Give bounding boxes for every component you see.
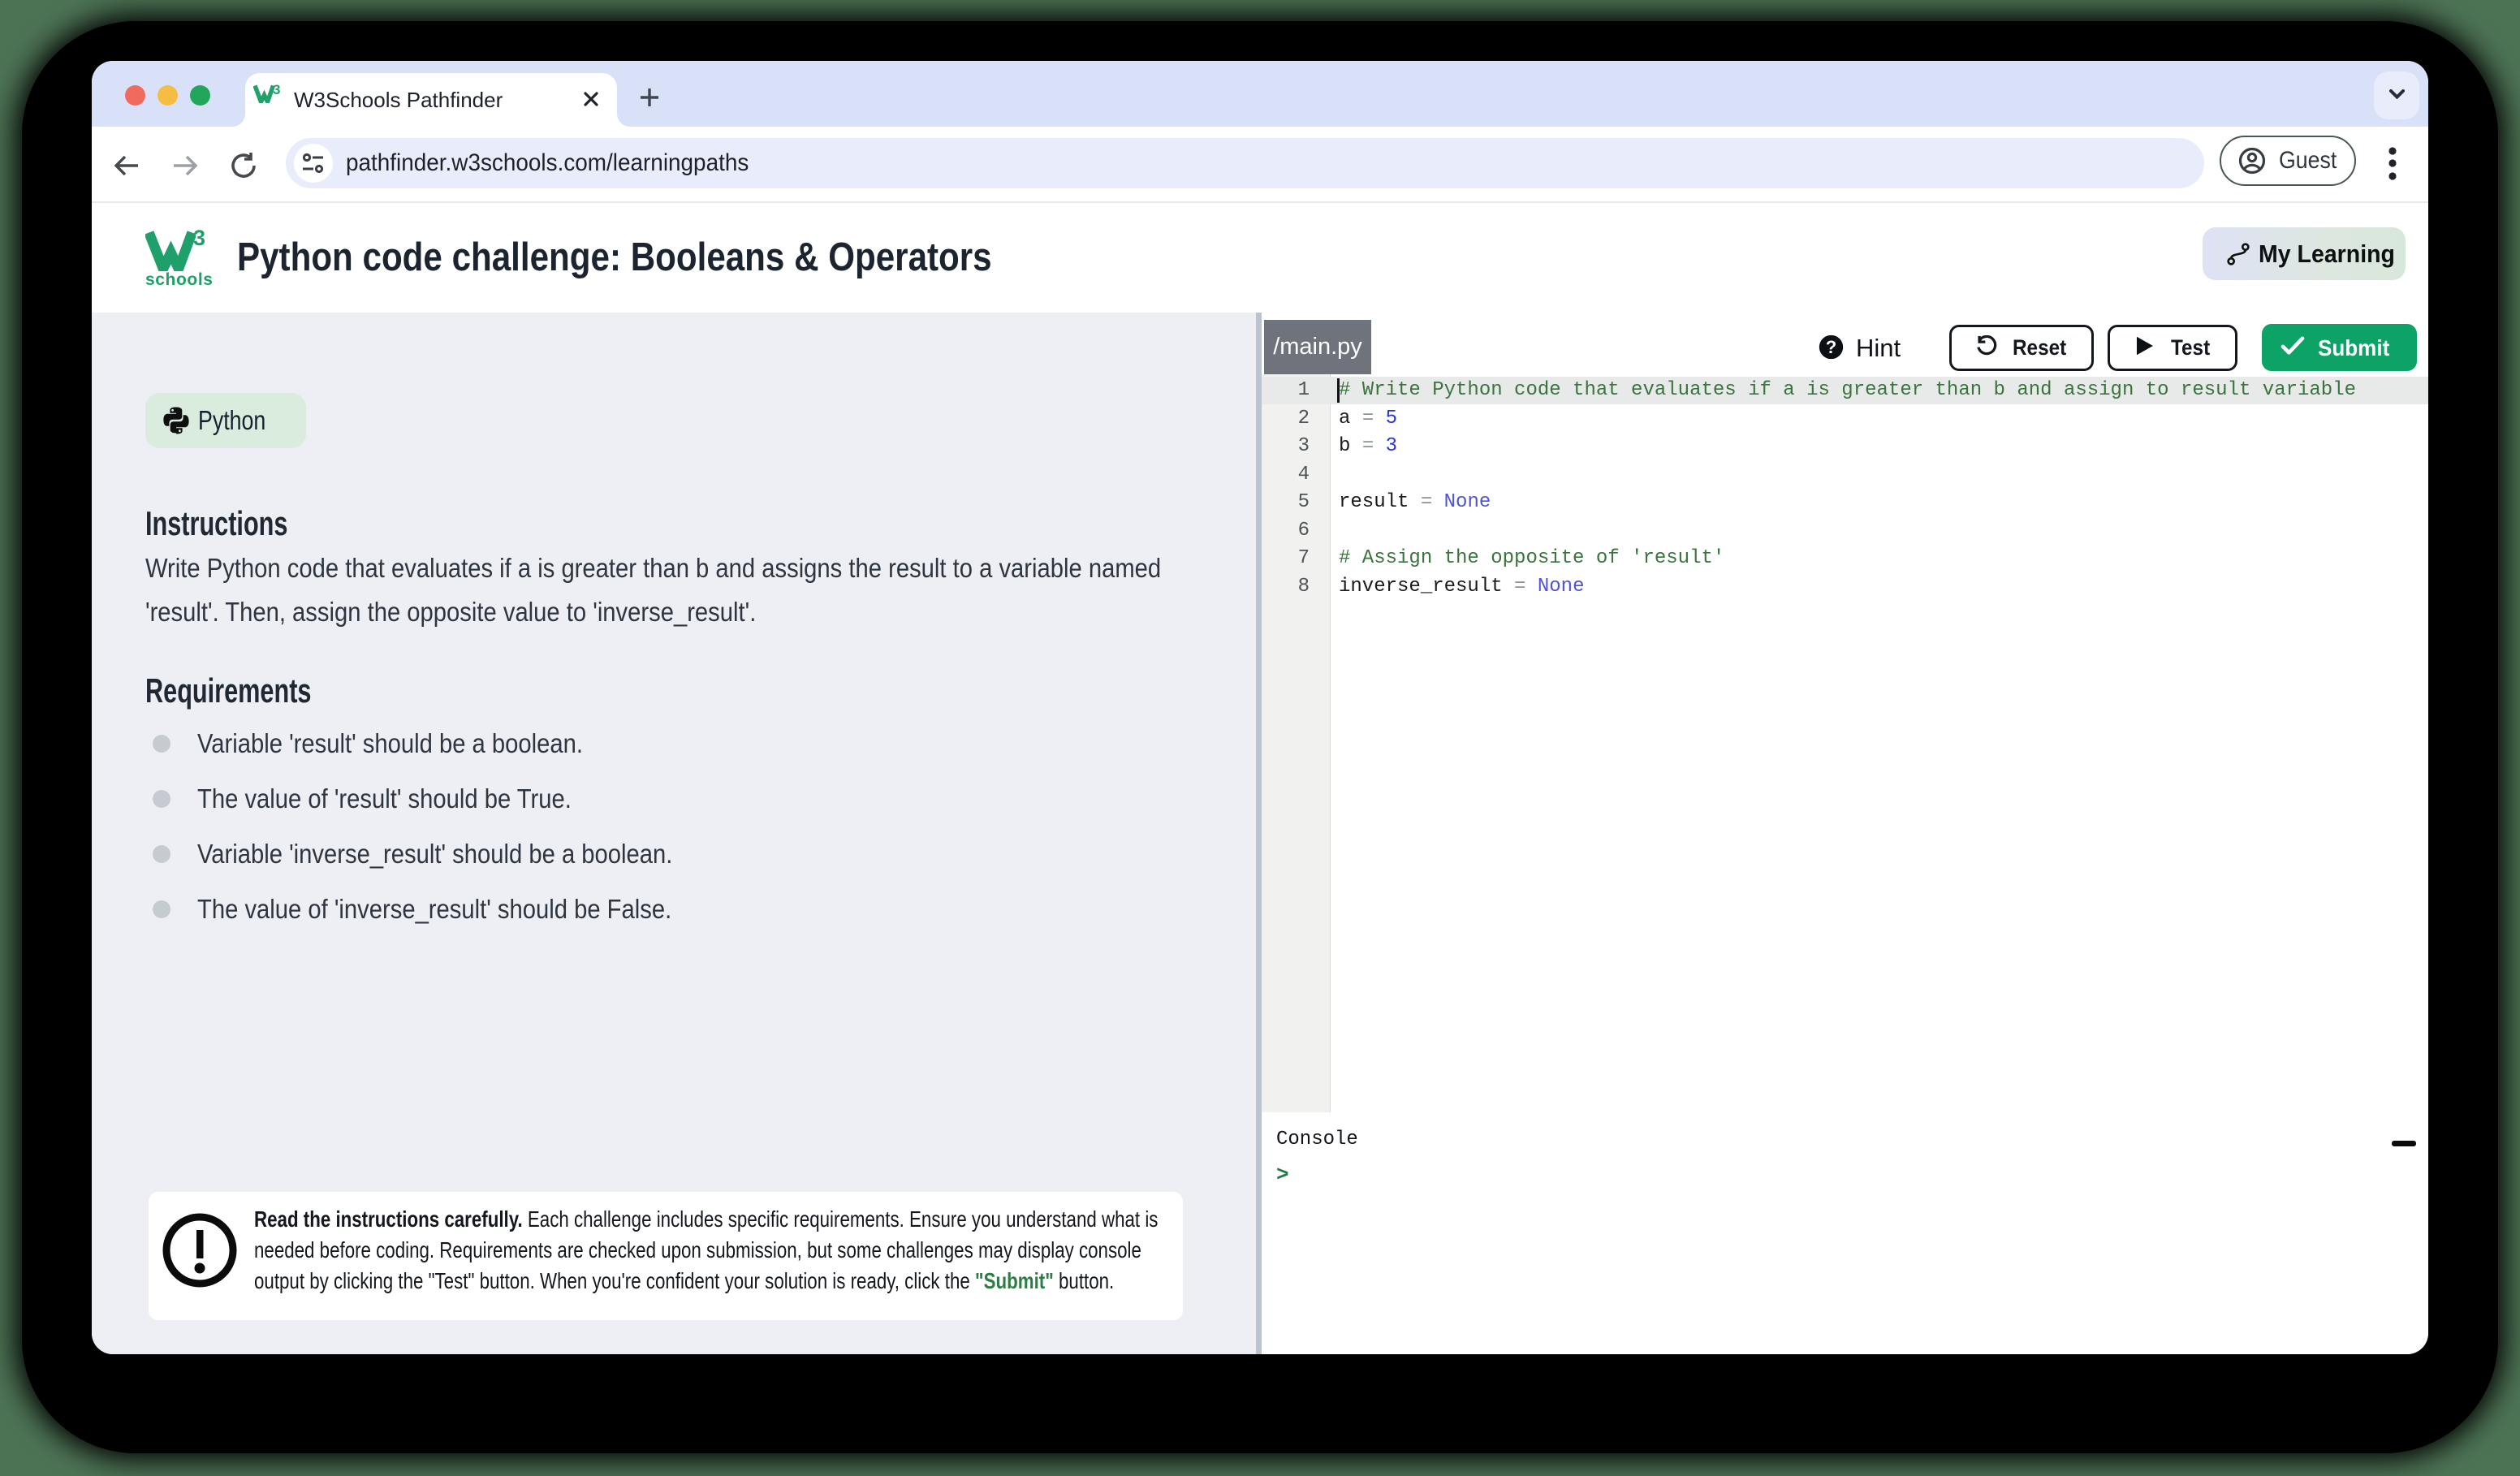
svg-text:?: ? xyxy=(1826,337,1836,357)
